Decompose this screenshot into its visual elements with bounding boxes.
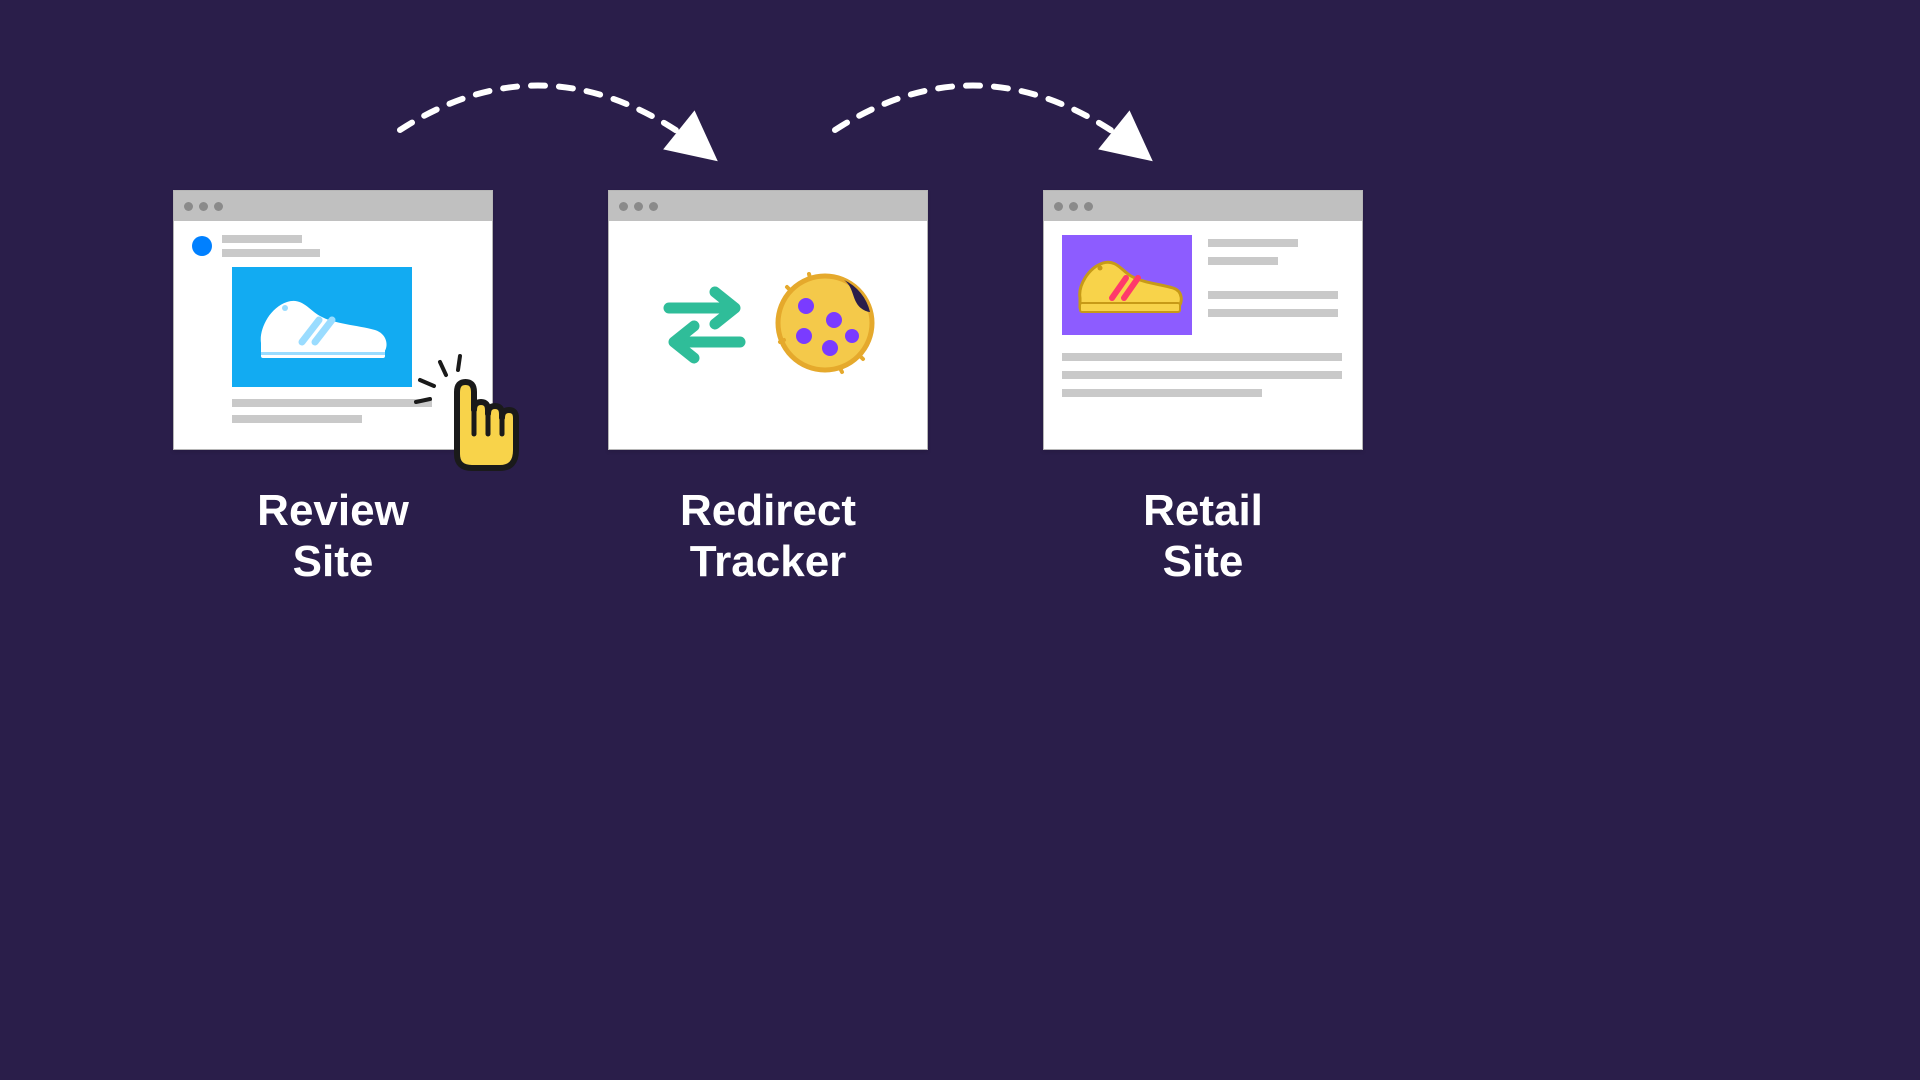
node-tracker: Redirect Tracker <box>608 190 928 587</box>
window-dot-icon <box>214 202 223 211</box>
diagram-stage: Review Site <box>0 190 1536 587</box>
placeholder-line <box>1208 309 1338 317</box>
node-retail: Retail Site <box>1043 190 1363 587</box>
placeholder-line <box>232 415 362 423</box>
avatar-icon <box>192 236 212 256</box>
cookie-icon <box>770 270 880 380</box>
browser-window-retail <box>1043 190 1363 450</box>
placeholder-line <box>1062 389 1262 397</box>
placeholder-line <box>1208 291 1338 299</box>
placeholder-line <box>222 235 302 243</box>
node-label: Redirect Tracker <box>680 486 856 587</box>
shoe-icon <box>1070 246 1185 324</box>
window-dot-icon <box>184 202 193 211</box>
shoe-icon <box>247 280 397 375</box>
placeholder-line <box>1062 371 1342 379</box>
arrow-review-to-tracker <box>400 86 710 155</box>
node-review: Review Site <box>173 190 493 587</box>
product-thumbnail <box>1062 235 1192 335</box>
window-dot-icon <box>199 202 208 211</box>
placeholder-line <box>1062 353 1342 361</box>
window-titlebar <box>174 191 492 221</box>
placeholder-line <box>222 249 320 257</box>
window-dot-icon <box>634 202 643 211</box>
window-titlebar <box>609 191 927 221</box>
window-dot-icon <box>619 202 628 211</box>
pointer-cursor-click-icon <box>402 344 542 484</box>
arrow-tracker-to-retail <box>835 86 1145 155</box>
node-label: Review Site <box>257 486 409 587</box>
window-dot-icon <box>1054 202 1063 211</box>
window-dot-icon <box>1084 202 1093 211</box>
browser-window-tracker <box>608 190 928 450</box>
window-dot-icon <box>1069 202 1078 211</box>
window-dot-icon <box>649 202 658 211</box>
placeholder-line <box>1208 257 1278 265</box>
browser-window-review <box>173 190 493 450</box>
node-label: Retail Site <box>1143 486 1263 587</box>
product-image-panel <box>232 267 412 387</box>
swap-arrows-icon <box>657 280 752 370</box>
placeholder-line <box>1208 239 1298 247</box>
window-titlebar <box>1044 191 1362 221</box>
